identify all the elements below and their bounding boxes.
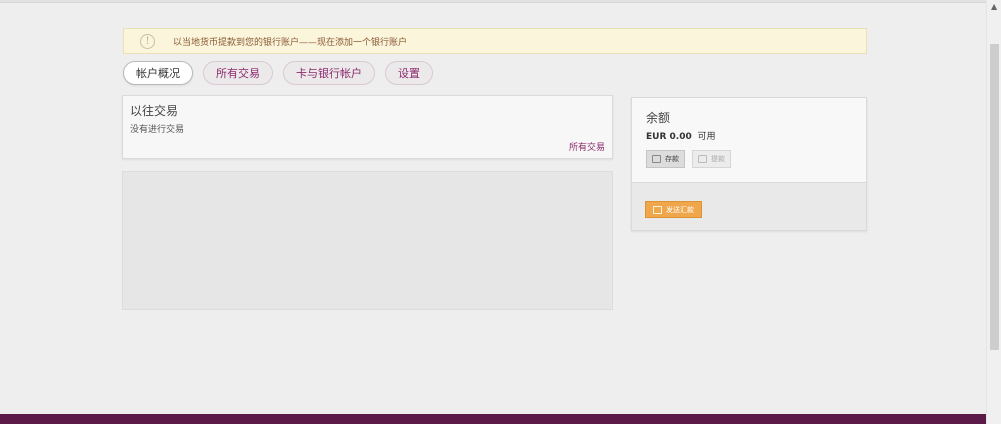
- balance-amount: EUR 0.00 可用: [646, 129, 715, 142]
- send-money-label: 发送汇款: [666, 205, 694, 214]
- no-transactions-text: 没有进行交易: [130, 125, 185, 135]
- balance-value: EUR 0.00: [646, 132, 692, 142]
- withdraw-icon: [698, 155, 707, 163]
- alert-text[interactable]: 以当地货币提款到您的银行账户——现在添加一个银行账户: [173, 35, 407, 48]
- tab-account-overview[interactable]: 帐户概况: [123, 61, 193, 85]
- balance-lower-section: 发送汇款: [632, 183, 866, 230]
- footer-bar: [0, 414, 986, 424]
- deposit-icon: [652, 155, 661, 163]
- account-tabs: 帐户概况 所有交易 卡与银行帐户 设置: [123, 61, 443, 85]
- tab-all-transactions[interactable]: 所有交易: [203, 61, 273, 85]
- deposit-button[interactable]: 存款: [646, 150, 685, 168]
- content-panel: [122, 171, 613, 310]
- balance-actions: 存款 提款: [646, 150, 738, 168]
- info-icon: !: [140, 33, 155, 49]
- send-money-icon: [653, 205, 662, 214]
- scrollbar-thumb[interactable]: [990, 44, 999, 350]
- past-transactions-card: 以往交易 没有进行交易 所有交易: [122, 95, 613, 159]
- past-transactions-title: 以往交易: [130, 104, 179, 118]
- deposit-label: 存款: [665, 155, 679, 163]
- withdraw-label: 提款: [711, 155, 725, 163]
- send-money-button[interactable]: 发送汇款: [645, 201, 702, 218]
- withdraw-button[interactable]: 提款: [692, 150, 731, 168]
- tab-cards-bank-accounts[interactable]: 卡与银行帐户: [283, 61, 375, 85]
- balance-available-label: 可用: [697, 132, 716, 142]
- tab-settings[interactable]: 设置: [385, 61, 433, 85]
- balance-card: 余额 EUR 0.00 可用 存款 提款 发送汇款: [631, 97, 867, 231]
- all-transactions-link[interactable]: 所有交易: [569, 140, 605, 153]
- bank-account-alert: ! 以当地货币提款到您的银行账户——现在添加一个银行账户: [123, 28, 867, 54]
- vertical-scrollbar[interactable]: ▲: [986, 0, 1001, 424]
- scroll-up-arrow-icon[interactable]: ▲: [991, 2, 997, 12]
- top-border: [0, 0, 986, 3]
- balance-title: 余额: [646, 111, 671, 125]
